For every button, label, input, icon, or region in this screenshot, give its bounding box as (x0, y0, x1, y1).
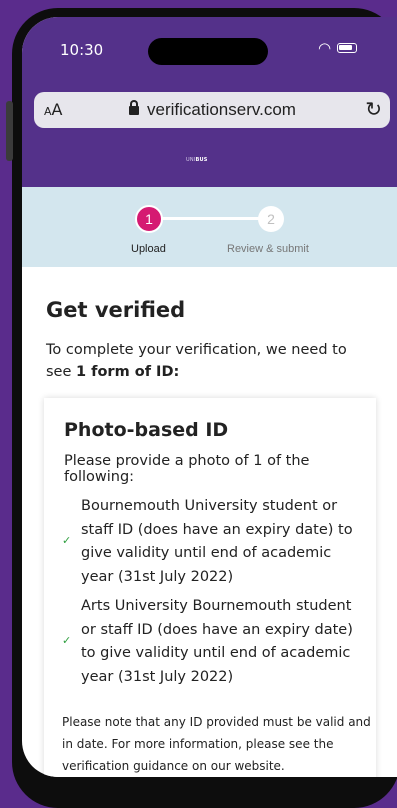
step-1-label: Upload (131, 243, 166, 255)
dynamic-island (148, 38, 268, 65)
step-2-label: Review & submit (227, 243, 309, 255)
card-title: Photo-based ID (64, 419, 229, 441)
check-icon: ✓ (62, 534, 72, 547)
wifi-icon: ◠ (318, 39, 332, 57)
url-text[interactable]: verificationserv.com (129, 100, 296, 120)
lock-icon (129, 100, 139, 115)
list-item-text: Arts University Bournemouth student or s… (81, 598, 353, 685)
check-icon: ✓ (62, 634, 72, 647)
page-title: Get verified (46, 298, 186, 322)
intro-text: To complete your verification, we need t… (46, 339, 376, 383)
status-icons: ◠ (318, 39, 358, 57)
address-bar[interactable]: AA verificationserv.com ↻ (34, 92, 390, 128)
intro-bold: 1 form of ID: (76, 364, 180, 380)
url-label: verificationserv.com (147, 100, 296, 119)
logo-bold: BUS (195, 157, 208, 163)
validity-note: Please note that any ID provided must be… (62, 715, 371, 773)
phone-side-button (6, 101, 13, 161)
list-item-text: Bournemouth University student or staff … (81, 498, 353, 585)
status-time: 10:30 (60, 41, 104, 59)
reload-icon[interactable]: ↻ (365, 97, 382, 121)
progress-steps: 1 2 Upload Review & submit (22, 187, 397, 267)
battery-icon (337, 43, 358, 53)
card-description: Please provide a photo of 1 of the follo… (64, 453, 310, 485)
site-logo[interactable]: UNIBUS (186, 157, 208, 163)
text-size-button[interactable]: AA (44, 100, 62, 119)
step-connector (160, 217, 270, 220)
step-1-indicator: 1 (135, 205, 163, 233)
photo-id-card: Photo-based ID Please provide a photo of… (44, 398, 376, 777)
step-2-indicator: 2 (258, 206, 284, 232)
phone-screen: 10:30 ◠ AA verificationserv.com ↻ UNIBUS… (22, 17, 397, 777)
